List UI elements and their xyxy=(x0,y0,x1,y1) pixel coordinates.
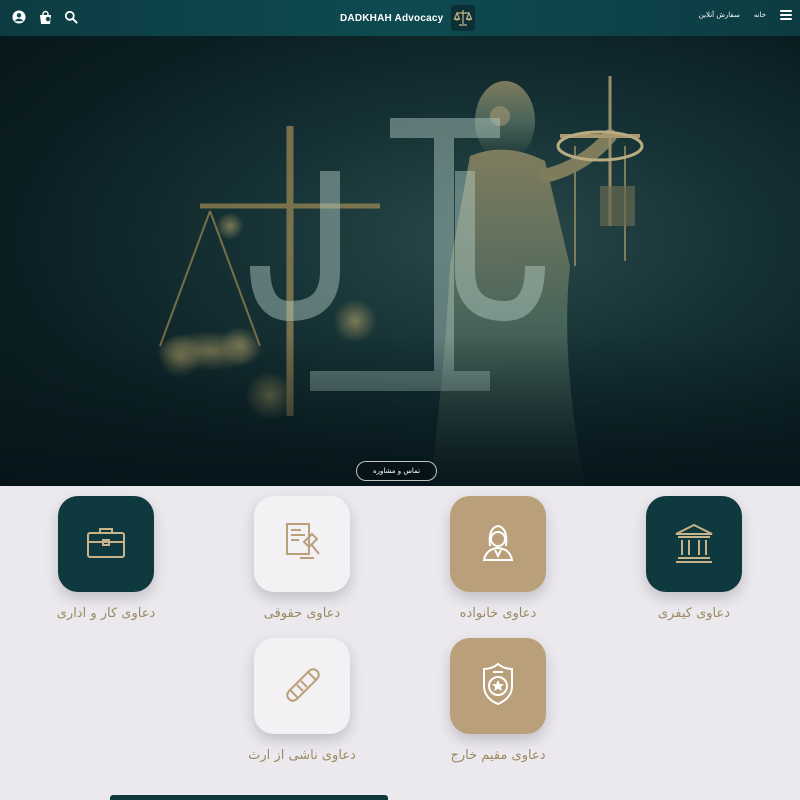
badge-icon xyxy=(474,660,522,712)
nav-home[interactable]: خانه xyxy=(754,11,766,19)
top-navbar: DADKHAH Advocacy سفارش آنلاین خانه xyxy=(0,0,800,36)
brand[interactable]: DADKHAH Advocacy xyxy=(340,5,476,31)
brand-title: DADKHAH Advocacy xyxy=(340,12,444,24)
service-label-labor[interactable]: دعاوی کار و اداری xyxy=(26,606,186,621)
scales-logo-icon xyxy=(451,5,476,31)
legal-document-icon xyxy=(278,518,326,570)
service-label-expat[interactable]: دعاوی مقیم خارج xyxy=(418,748,578,763)
service-label-inheritance[interactable]: دعاوی ناشی از ارث xyxy=(222,748,382,763)
diploma-icon xyxy=(278,660,326,712)
service-tile-criminal[interactable] xyxy=(646,496,742,592)
briefcase-icon xyxy=(82,518,130,570)
main-nav: سفارش آنلاین خانه xyxy=(699,10,792,20)
service-tile-inheritance[interactable] xyxy=(254,638,350,734)
service-tile-family[interactable] xyxy=(450,496,546,592)
woman-icon xyxy=(474,518,522,570)
lady-justice-image xyxy=(0,76,800,486)
header-actions xyxy=(10,8,80,26)
service-label-civil[interactable]: دعاوی حقوقی xyxy=(222,606,382,621)
menu-icon[interactable] xyxy=(780,10,792,20)
contact-consult-button[interactable]: تماس و مشاوره xyxy=(356,461,437,481)
service-tile-expat[interactable] xyxy=(450,638,546,734)
bottom-section-edge xyxy=(110,795,388,800)
courthouse-icon xyxy=(670,518,718,570)
nav-order-online[interactable]: سفارش آنلاین xyxy=(699,11,740,19)
hero-banner: تماس و مشاوره xyxy=(0,36,800,486)
account-icon[interactable] xyxy=(10,8,28,26)
service-label-criminal[interactable]: دعاوی کیفری xyxy=(614,606,774,621)
service-tile-civil[interactable] xyxy=(254,496,350,592)
shopping-bag-icon[interactable] xyxy=(36,8,54,26)
service-label-family[interactable]: دعاوی خانواده xyxy=(418,606,578,621)
search-icon[interactable] xyxy=(62,8,80,26)
service-tile-labor[interactable] xyxy=(58,496,154,592)
